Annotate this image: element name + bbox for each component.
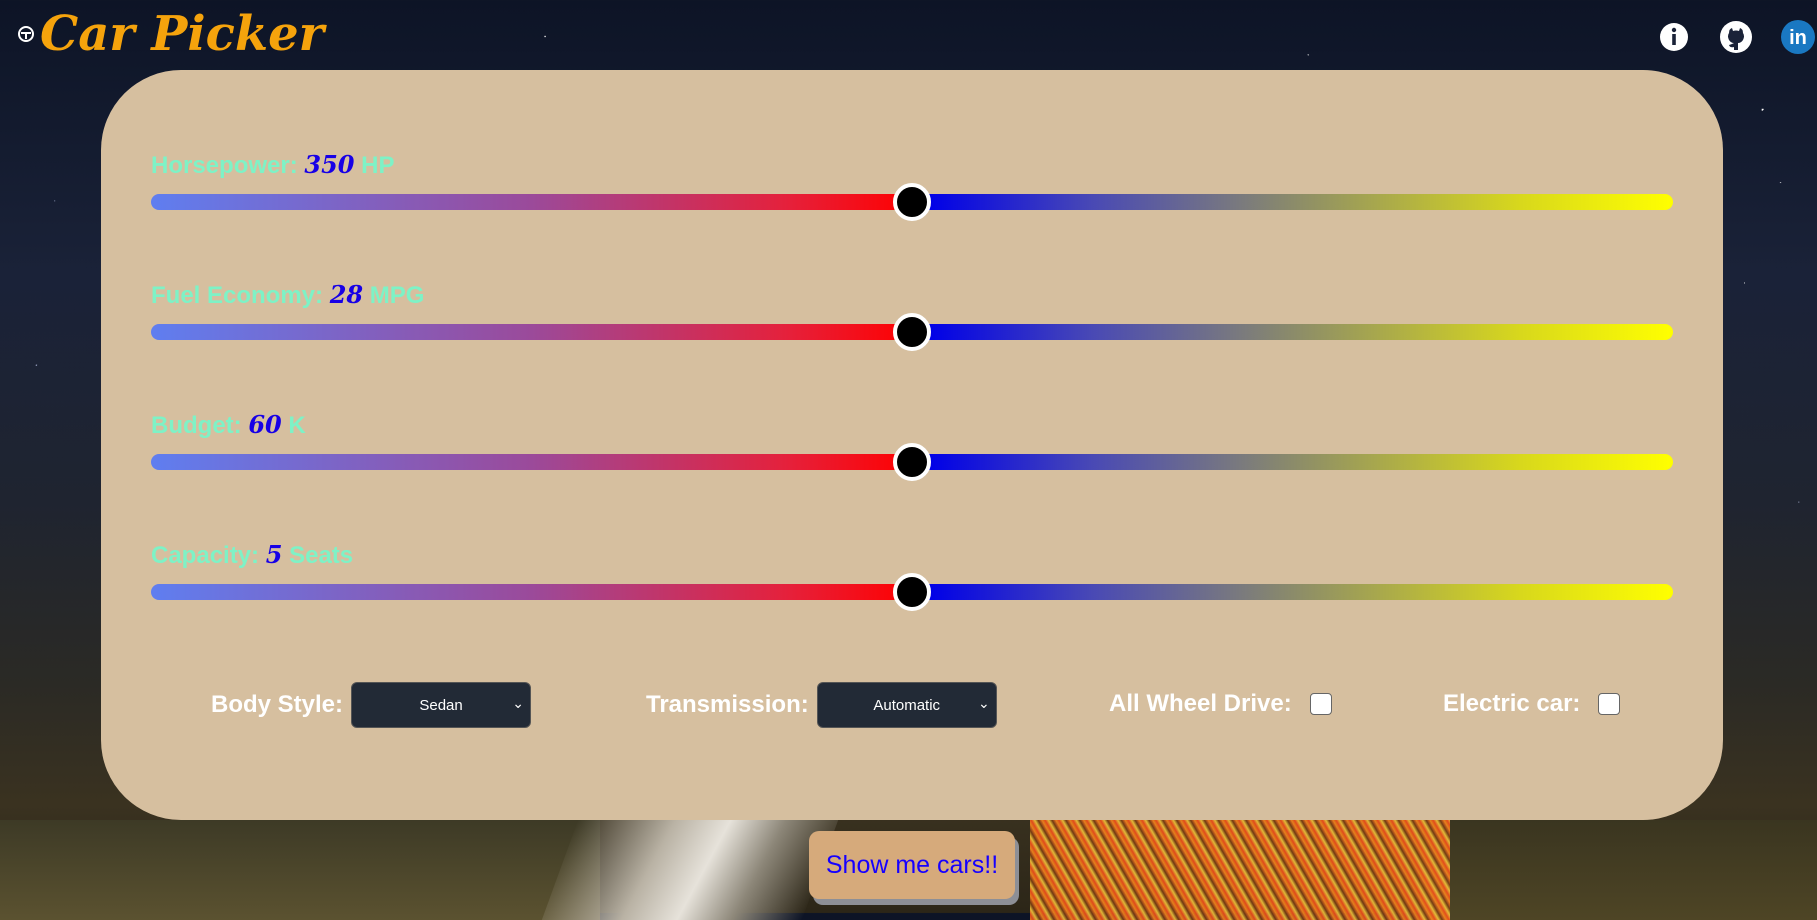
budget-slider-group: Budget: 60 K [151, 410, 1673, 481]
budget-label: Budget: 60 K [151, 410, 1673, 440]
electric-label: Electric car: [1443, 690, 1581, 717]
capacity-value: 5 [265, 540, 283, 569]
horsepower-label-text: Horsepower: [151, 152, 298, 179]
horsepower-value: 350 [304, 150, 355, 179]
capacity-unit: Seats [289, 542, 354, 569]
electric-checkbox[interactable] [1598, 693, 1621, 715]
capacity-label: Capacity: 5 Seats [151, 540, 1673, 570]
awd-checkbox[interactable] [1309, 693, 1332, 715]
linkedin-icon[interactable]: in [1779, 18, 1817, 56]
header-links: in [1655, 18, 1817, 56]
fuel-economy-unit: MPG [369, 282, 425, 309]
transmission-label: Transmission: [646, 691, 809, 718]
info-icon[interactable] [1655, 18, 1693, 56]
chevron-down-icon: ⌄ [512, 695, 525, 711]
body-style-label: Body Style: [211, 691, 344, 718]
capacity-slider-thumb[interactable] [893, 573, 931, 611]
fuel-economy-slider-thumb[interactable] [893, 313, 931, 351]
brand[interactable]: Car Picker [18, 6, 324, 62]
fuel-economy-label-text: Fuel Economy: [151, 282, 324, 309]
horsepower-label: Horsepower: 350 HP [151, 150, 1673, 180]
awd-control: All Wheel Drive: [1109, 690, 1332, 718]
fuel-economy-label: Fuel Economy: 28 MPG [151, 280, 1673, 310]
capacity-label-text: Capacity: [151, 542, 260, 569]
filter-controls: Body Style: Sedan ⌄ Transmission: Automa… [101, 682, 1723, 732]
budget-slider-thumb[interactable] [893, 443, 931, 481]
horsepower-slider-thumb[interactable] [893, 183, 931, 221]
budget-value: 60 [248, 410, 282, 439]
background-light-trails [1030, 820, 1450, 920]
background-road [541, 820, 839, 920]
background-grass-left [0, 820, 600, 920]
transmission-control: Transmission: Automatic ⌄ [646, 682, 997, 728]
show-cars-button[interactable]: Show me cars!! [809, 831, 1015, 899]
github-icon[interactable] [1717, 18, 1755, 56]
fuel-economy-value: 28 [329, 280, 364, 309]
budget-unit: K [288, 412, 306, 439]
transmission-select[interactable]: Automatic ⌄ [816, 682, 997, 728]
app-title: Car Picker [40, 6, 324, 62]
electric-control: Electric car: [1443, 690, 1621, 718]
background-grass-right [1420, 820, 1817, 920]
body-style-select[interactable]: Sedan ⌄ [351, 682, 532, 728]
body-style-selected: Sedan [419, 696, 463, 714]
filter-card: Horsepower: 350 HP Fuel Economy: 28 MPG … [101, 70, 1723, 820]
horsepower-slider-group: Horsepower: 350 HP [151, 150, 1673, 221]
horsepower-unit: HP [361, 152, 395, 179]
capacity-slider-group: Capacity: 5 Seats [151, 540, 1673, 611]
awd-label: All Wheel Drive: [1109, 690, 1292, 717]
fuel-economy-slider-group: Fuel Economy: 28 MPG [151, 280, 1673, 351]
chevron-down-icon: ⌄ [977, 695, 990, 711]
steering-wheel-icon [18, 26, 34, 42]
budget-label-text: Budget: [151, 412, 242, 439]
svg-text:in: in [1789, 27, 1807, 49]
body-style-control: Body Style: Sedan ⌄ [211, 682, 532, 728]
transmission-selected: Automatic [873, 696, 941, 714]
